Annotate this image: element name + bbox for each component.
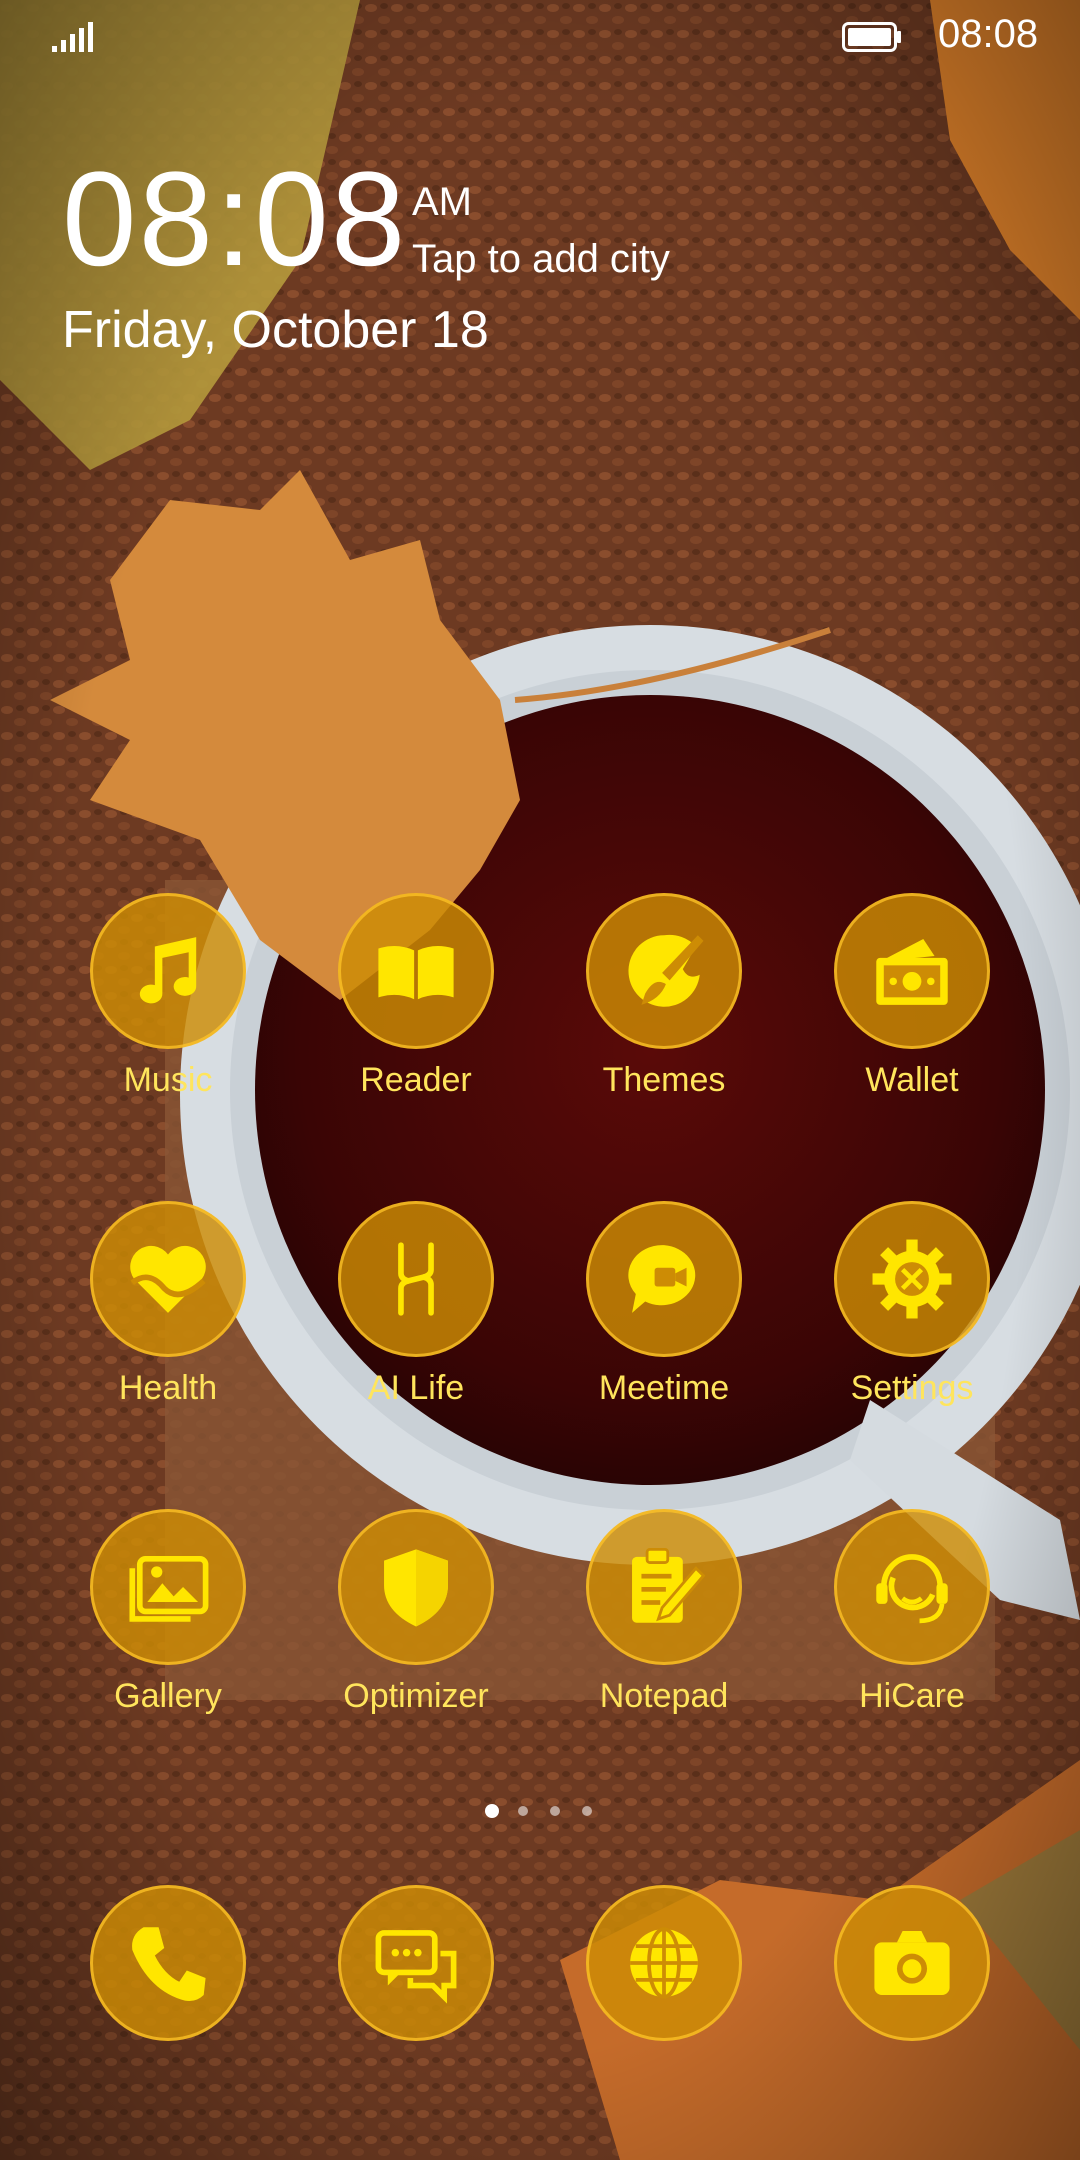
page-dot[interactable] [518,1806,528,1816]
clock-date: Friday, October 18 [62,301,489,359]
app-label: HiCare [859,1677,965,1715]
app-icon-button[interactable] [834,893,990,1049]
app-label: Themes [602,1061,726,1099]
page-dot[interactable] [582,1806,592,1816]
phone-icon [132,1927,206,2001]
signal-icon [52,22,93,52]
app-reader[interactable]: Reader [291,893,531,1143]
gear-icon [872,1239,952,1319]
status-time: 08:08 [938,12,1039,56]
home-screen: 08:08 08:08 AM Tap to add city Friday, O… [0,0,1080,2160]
app-icon-button[interactable] [338,1885,494,2041]
shield-icon [384,1549,448,1627]
messages-icon [375,1930,457,2004]
add-city-link[interactable]: Tap to add city [412,237,670,282]
page-indicator[interactable] [480,1802,600,1822]
app-label: Meetime [598,1369,730,1407]
app-icon-button[interactable] [338,1509,494,1665]
book-icon [378,946,454,1000]
app-icon-button[interactable] [90,1885,246,2041]
battery-icon [842,22,901,52]
music-icon [139,937,197,1004]
dock-messages[interactable] [338,1885,508,2055]
app-label: AI Life [367,1369,465,1407]
app-label: Notepad [599,1677,729,1715]
app-label: Gallery [114,1677,222,1715]
app-icon-button[interactable] [834,1201,990,1357]
app-wallet[interactable]: Wallet [787,893,1027,1143]
status-bar: 08:08 [0,0,1080,72]
clock-widget[interactable]: 08:08 AM Tap to add city Friday, October… [62,150,762,380]
gallery-icon [129,1555,209,1622]
app-icon-button[interactable] [586,1885,742,2041]
app-label: Settings [850,1369,974,1407]
app-meetime[interactable]: Meetime [539,1201,779,1451]
app-health[interactable]: Health [43,1201,283,1451]
dock-phone[interactable] [90,1885,260,2055]
app-label: Wallet [865,1061,959,1099]
wallet-icon [876,939,948,1005]
app-themes[interactable]: Themes [539,893,779,1143]
app-icon-button[interactable] [586,893,742,1049]
dock-camera[interactable] [834,1885,1004,2055]
clock-ampm: AM [412,180,472,224]
app-settings[interactable]: Settings [787,1201,1027,1451]
app-gallery[interactable]: Gallery [43,1509,283,1759]
app-label: Reader [360,1061,472,1099]
app-icon-button[interactable] [834,1509,990,1665]
app-icon-button[interactable] [90,1509,246,1665]
app-icon-button[interactable] [338,893,494,1049]
video-chat-icon [628,1245,696,1313]
paintbrush-icon [628,934,704,1007]
ai-life-icon [398,1242,434,1316]
app-icon-button[interactable] [586,1509,742,1665]
camera-icon [874,1931,950,1995]
app-icon-button[interactable] [338,1201,494,1357]
app-ai-life[interactable]: AI Life [291,1201,531,1451]
headset-icon [876,1554,948,1624]
heart-icon [130,1245,206,1313]
app-music[interactable]: Music [43,893,283,1143]
app-label: Music [123,1061,213,1099]
clock-time: 08:08 [62,145,408,294]
app-icon-button[interactable] [90,893,246,1049]
app-icon-button[interactable] [834,1885,990,2041]
page-dot-active[interactable] [485,1804,499,1818]
app-label: Optimizer [343,1677,489,1715]
notepad-icon [632,1547,706,1623]
browser-globe-icon [630,1927,698,1999]
app-icon-button[interactable] [90,1201,246,1357]
app-notepad[interactable]: Notepad [539,1509,779,1759]
app-hicare[interactable]: HiCare [787,1509,1027,1759]
app-label: Health [118,1369,218,1407]
page-dot[interactable] [550,1806,560,1816]
dock-browser[interactable] [586,1885,756,2055]
app-optimizer[interactable]: Optimizer [291,1509,531,1759]
app-icon-button[interactable] [586,1201,742,1357]
